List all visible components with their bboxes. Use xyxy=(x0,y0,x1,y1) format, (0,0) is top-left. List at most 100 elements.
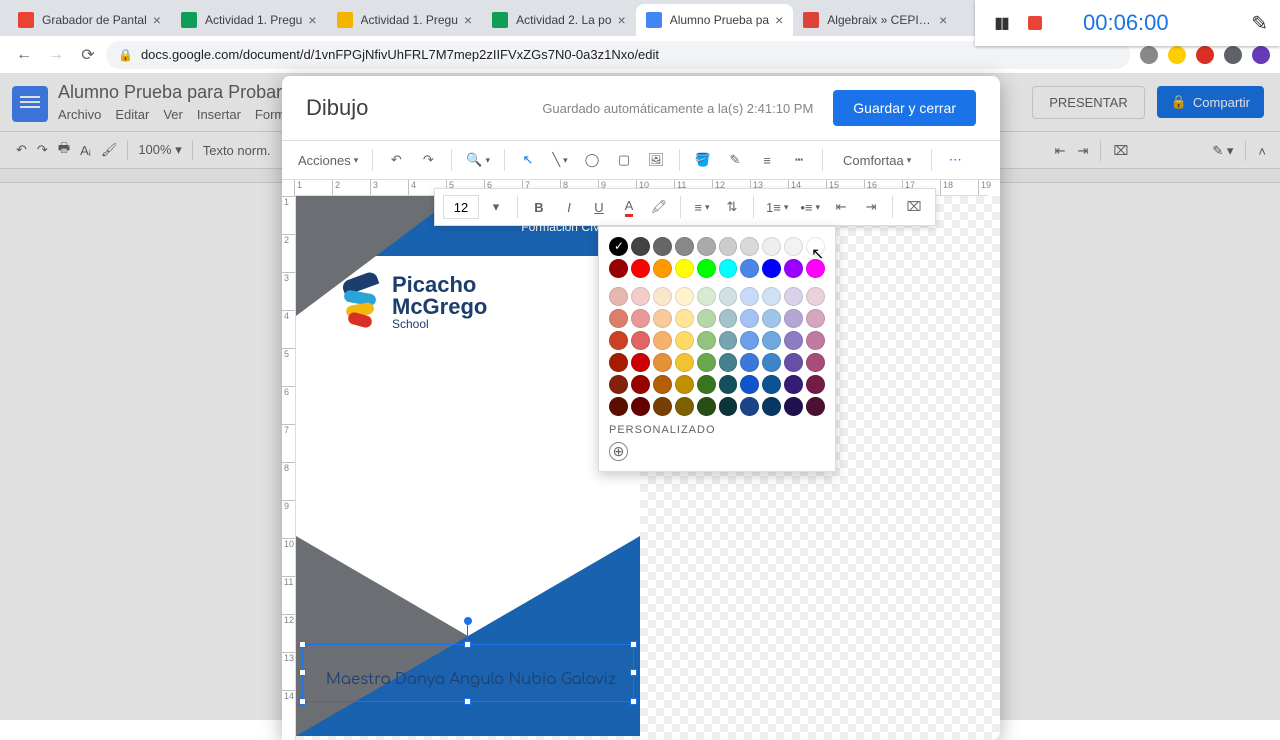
color-swatch[interactable] xyxy=(631,309,650,328)
color-swatch[interactable] xyxy=(784,309,803,328)
color-swatch[interactable] xyxy=(675,375,694,394)
color-swatch[interactable] xyxy=(762,353,781,372)
resize-handle[interactable] xyxy=(299,641,306,648)
color-swatch[interactable] xyxy=(784,259,803,278)
color-swatch[interactable] xyxy=(740,375,759,394)
select-tool-icon[interactable]: ↖ xyxy=(515,147,541,173)
color-swatch[interactable] xyxy=(653,259,672,278)
font-select[interactable]: Comfortaa xyxy=(833,147,921,173)
close-icon[interactable]: × xyxy=(939,12,947,28)
color-swatch[interactable] xyxy=(719,353,738,372)
bulleted-list-icon[interactable]: •≡ xyxy=(796,194,824,220)
zoom-icon[interactable]: 🔍 xyxy=(462,147,494,173)
color-swatch[interactable] xyxy=(675,259,694,278)
color-swatch[interactable] xyxy=(806,397,825,416)
extension-icon[interactable] xyxy=(1168,46,1186,64)
tab-1[interactable]: Actividad 1. Pregu× xyxy=(171,4,327,36)
resize-handle[interactable] xyxy=(464,641,471,648)
clear-format-icon[interactable]: ⌧ xyxy=(901,194,927,220)
tab-3[interactable]: Actividad 2. La po× xyxy=(482,4,636,36)
color-swatch[interactable] xyxy=(806,287,825,306)
color-swatch[interactable] xyxy=(762,259,781,278)
color-swatch[interactable] xyxy=(609,375,628,394)
save-close-button[interactable]: Guardar y cerrar xyxy=(833,90,976,126)
color-swatch[interactable] xyxy=(740,397,759,416)
extension-icon[interactable] xyxy=(1252,46,1270,64)
color-swatch[interactable] xyxy=(697,287,716,306)
decrease-indent-icon[interactable]: ⇤ xyxy=(828,194,854,220)
color-swatch[interactable] xyxy=(631,375,650,394)
highlight-button[interactable]: 🖍 xyxy=(646,194,672,220)
tab-5[interactable]: Algebraix » CEPICA× xyxy=(793,4,957,36)
color-swatch[interactable] xyxy=(806,353,825,372)
border-dash-icon[interactable]: ┅ xyxy=(786,147,812,173)
image-tool-icon[interactable]: 🖼 xyxy=(643,147,669,173)
align-button[interactable]: ≡ xyxy=(689,194,715,220)
font-size-input[interactable]: 12 xyxy=(443,195,479,219)
color-swatch[interactable] xyxy=(719,397,738,416)
tab-4[interactable]: Alumno Prueba pa× xyxy=(636,4,794,36)
color-swatch[interactable] xyxy=(697,331,716,350)
color-swatch[interactable] xyxy=(631,353,650,372)
resize-handle[interactable] xyxy=(299,669,306,676)
color-swatch[interactable] xyxy=(784,375,803,394)
color-swatch[interactable] xyxy=(653,375,672,394)
color-swatch[interactable] xyxy=(806,309,825,328)
resize-handle[interactable] xyxy=(464,698,471,705)
color-swatch[interactable] xyxy=(653,309,672,328)
color-swatch[interactable] xyxy=(697,309,716,328)
add-custom-color-button[interactable]: ⊕ xyxy=(609,442,628,461)
resize-handle[interactable] xyxy=(630,641,637,648)
close-icon[interactable]: × xyxy=(464,12,472,28)
color-swatch[interactable] xyxy=(740,309,759,328)
color-swatch[interactable] xyxy=(719,309,738,328)
color-swatch[interactable] xyxy=(631,259,650,278)
color-swatch[interactable] xyxy=(697,397,716,416)
cover-artwork[interactable]: Prime Formación Cívica y Picacho McGrego… xyxy=(296,196,640,736)
color-swatch[interactable] xyxy=(719,259,738,278)
close-icon[interactable]: × xyxy=(618,12,626,28)
close-icon[interactable]: × xyxy=(308,12,316,28)
selected-textbox[interactable] xyxy=(302,644,634,702)
rotate-handle[interactable] xyxy=(464,617,472,625)
color-swatch[interactable] xyxy=(740,259,759,278)
font-size-dropdown-icon[interactable]: ▾ xyxy=(483,194,509,220)
color-swatch[interactable] xyxy=(609,353,628,372)
resize-handle[interactable] xyxy=(630,698,637,705)
line-spacing-icon[interactable]: ⇅ xyxy=(719,194,745,220)
color-swatch[interactable] xyxy=(719,375,738,394)
reload-button[interactable]: ⟳ xyxy=(74,41,102,69)
border-color-icon[interactable]: ✎ xyxy=(722,147,748,173)
color-swatch[interactable] xyxy=(653,237,672,256)
actions-menu[interactable]: Acciones xyxy=(294,147,362,173)
color-swatch[interactable] xyxy=(653,397,672,416)
color-swatch[interactable] xyxy=(740,331,759,350)
text-color-button[interactable]: A xyxy=(616,194,642,220)
stop-button[interactable] xyxy=(1021,9,1049,37)
color-swatch[interactable] xyxy=(653,331,672,350)
fill-color-icon[interactable]: 🪣 xyxy=(690,147,716,173)
italic-button[interactable]: I xyxy=(556,194,582,220)
redo-icon[interactable]: ↷ xyxy=(415,147,441,173)
color-swatch[interactable] xyxy=(784,353,803,372)
color-swatch[interactable] xyxy=(806,331,825,350)
numbered-list-icon[interactable]: 1≡ xyxy=(762,194,792,220)
color-swatch[interactable] xyxy=(784,237,803,256)
increase-indent-icon[interactable]: ⇥ xyxy=(858,194,884,220)
extension-icon[interactable] xyxy=(1224,46,1242,64)
color-swatch[interactable] xyxy=(806,375,825,394)
line-tool-icon[interactable]: ╲ xyxy=(547,147,573,173)
color-swatch[interactable] xyxy=(719,237,738,256)
extension-icon[interactable] xyxy=(1196,46,1214,64)
color-swatch[interactable] xyxy=(653,287,672,306)
color-swatch[interactable] xyxy=(631,397,650,416)
color-swatch[interactable] xyxy=(697,237,716,256)
color-swatch[interactable] xyxy=(675,331,694,350)
color-swatch[interactable] xyxy=(740,287,759,306)
extension-icon[interactable] xyxy=(1140,46,1158,64)
color-swatch[interactable] xyxy=(609,259,628,278)
color-swatch[interactable] xyxy=(609,287,628,306)
color-swatch[interactable] xyxy=(719,331,738,350)
color-swatch[interactable] xyxy=(697,259,716,278)
color-swatch[interactable] xyxy=(762,309,781,328)
